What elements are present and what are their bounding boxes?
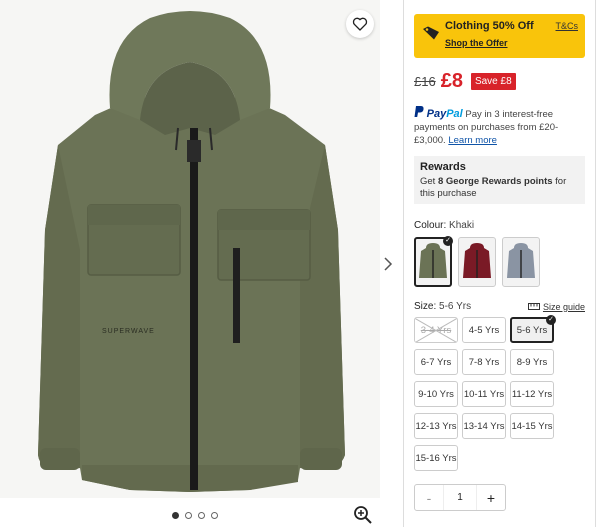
carousel-dots <box>172 512 218 519</box>
colour-value: Khaki <box>449 220 475 231</box>
size-header: Size: 5-6 Yrs Size guide <box>414 301 585 312</box>
size-option[interactable]: 7-8 Yrs <box>462 349 506 375</box>
size-option-label: 6-7 Yrs <box>420 356 452 368</box>
size-option[interactable]: 13-14 Yrs <box>462 413 506 439</box>
size-option-label: 4-5 Yrs <box>468 324 500 336</box>
rewards-text: Get 8 George Rewards points for this pur… <box>420 176 567 199</box>
size-option[interactable]: 12-13 Yrs <box>414 413 458 439</box>
zoom-button[interactable] <box>353 505 373 525</box>
size-value: 5-6 Yrs <box>439 301 472 312</box>
size-option-label: 11-12 Yrs <box>511 388 553 400</box>
size-option[interactable]: 11-12 Yrs <box>510 381 554 407</box>
rewards-title: Rewards <box>420 161 466 173</box>
size-option-label: 15-16 Yrs <box>415 452 457 464</box>
size-option[interactable]: 14-15 Yrs <box>510 413 554 439</box>
size-option-label: 5-6 Yrs <box>516 324 548 336</box>
price-tag-icon <box>422 26 440 45</box>
next-image-button[interactable] <box>380 252 396 276</box>
original-price: £16 <box>414 73 436 89</box>
terms-link[interactable]: T&Cs <box>556 21 579 31</box>
rewards-box: Rewards Get 8 George Rewards points for … <box>414 156 585 204</box>
size-option-label: 14-15 Yrs <box>511 420 553 432</box>
favourite-button[interactable] <box>346 10 374 38</box>
size-option[interactable]: 4-5 Yrs <box>462 317 506 343</box>
heart-icon <box>352 17 368 31</box>
size-option[interactable]: 6-7 Yrs <box>414 349 458 375</box>
selected-check-icon: ✓ <box>546 315 556 325</box>
size-option[interactable]: 5-6 Yrs ✓ <box>510 315 556 343</box>
colour-label: Colour: Khaki <box>414 220 475 231</box>
learn-more-link[interactable]: Learn more <box>448 135 497 146</box>
carousel-dot[interactable] <box>172 512 179 519</box>
size-label: Size: 5-6 Yrs <box>414 301 472 312</box>
size-option-label: 13-14 Yrs <box>463 420 505 432</box>
jacket-print: SUPERWAVE <box>102 328 155 335</box>
decrease-quantity-button[interactable]: - <box>415 490 443 506</box>
size-option-label: 7-8 Yrs <box>468 356 500 368</box>
selected-check-icon: ✓ <box>443 236 453 246</box>
size-option[interactable]: 3-4 Yrs <box>414 317 458 343</box>
jacket-thumbnail <box>507 243 535 278</box>
product-image[interactable]: SUPERWAVE <box>0 0 380 498</box>
colour-swatch[interactable] <box>502 237 540 287</box>
paypal-icon <box>414 106 427 120</box>
size-option[interactable]: 15-16 Yrs <box>414 445 458 471</box>
carousel-dot[interactable] <box>185 512 192 519</box>
paypal-info: PayPal Pay in 3 interest-free payments o… <box>414 106 585 147</box>
size-option-label: 8-9 Yrs <box>516 356 548 368</box>
paypal-logo: PayPal <box>426 108 463 120</box>
sale-price: £8 <box>440 69 463 92</box>
size-option-label: 10-11 Yrs <box>463 388 505 400</box>
rewards-points: 8 George Rewards points <box>437 176 553 187</box>
increase-quantity-button[interactable]: + <box>477 490 505 506</box>
product-options-panel: Clothing 50% Off Shop the Offer T&Cs £16… <box>403 0 596 527</box>
shop-offer-link[interactable]: Shop the Offer <box>445 38 577 48</box>
price-row: £16 £8 Save £8 <box>414 70 585 92</box>
carousel-dot[interactable] <box>211 512 218 519</box>
size-option[interactable]: 10-11 Yrs <box>462 381 506 407</box>
colour-swatch[interactable] <box>458 237 496 287</box>
colour-swatch[interactable]: ✓ <box>414 236 453 287</box>
size-option[interactable]: 9-10 Yrs <box>414 381 458 407</box>
jacket-thumbnail <box>463 243 491 278</box>
quantity-stepper: - 1 + <box>414 484 506 511</box>
chevron-right-icon <box>384 257 393 271</box>
carousel-dot[interactable] <box>198 512 205 519</box>
zoom-in-icon <box>354 506 372 524</box>
size-guide-link[interactable]: Size guide <box>527 302 585 312</box>
product-gallery: SUPERWAVE <box>0 0 393 527</box>
jacket-illustration: SUPERWAVE <box>38 11 345 492</box>
size-option-label: 3-4 Yrs <box>420 324 452 336</box>
size-option-label: 9-10 Yrs <box>418 388 454 400</box>
ruler-icon <box>527 303 540 310</box>
promo-banner: Clothing 50% Off Shop the Offer T&Cs <box>414 14 585 58</box>
size-options: 3-4 Yrs 4-5 Yrs 5-6 Yrs ✓ 6-7 Yrs 7-8 Yrs 8-9 … <box>414 315 585 471</box>
quantity-value[interactable]: 1 <box>443 485 477 510</box>
size-option[interactable]: 8-9 Yrs <box>510 349 554 375</box>
save-badge: Save £8 <box>470 72 516 90</box>
colour-swatches: ✓ <box>414 236 585 287</box>
jacket-thumbnail <box>419 243 447 278</box>
size-option-label: 12-13 Yrs <box>415 420 457 432</box>
